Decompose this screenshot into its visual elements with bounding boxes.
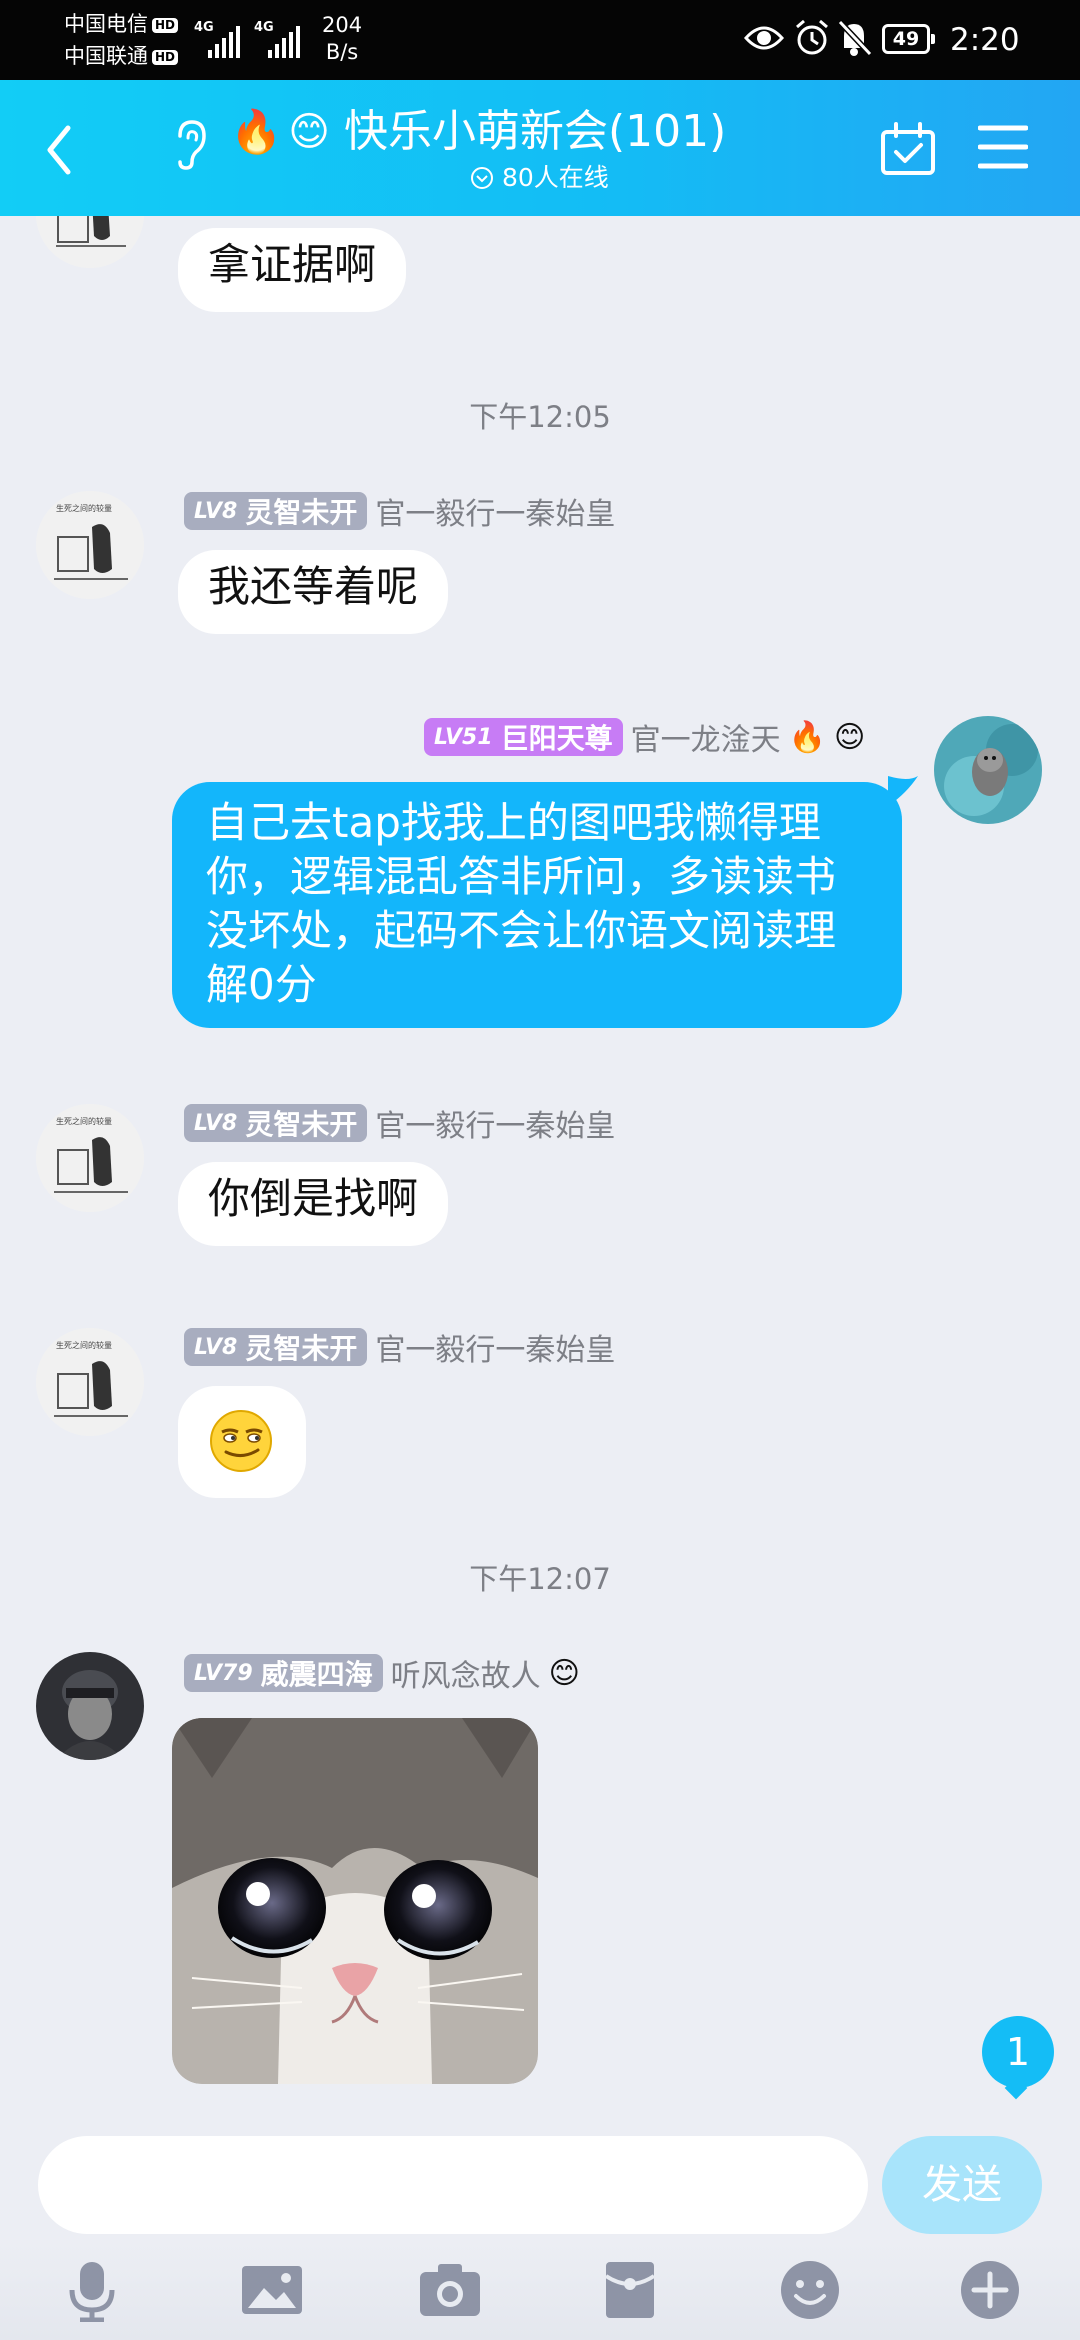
input-bar: 发送 <box>0 2120 1080 2240</box>
message-bubble[interactable]: 我还等着呢 <box>178 550 449 634</box>
alarm-icon <box>796 19 828 55</box>
sender-name[interactable]: 官一毅行一秦始皇 <box>375 1325 615 1369</box>
crying-cat-sticker[interactable] <box>172 1718 538 2084</box>
chat-area[interactable]: 拿证据啊 下午12:05 生死之间的较量 LV8 灵智未开 官一毅行一秦始皇 我… <box>0 216 1080 2134</box>
red-envelope-icon[interactable] <box>598 2258 662 2322</box>
online-status[interactable]: 80人在线 <box>470 162 609 194</box>
smile-icon: 😊 <box>834 719 866 755</box>
signal-icon-2: 4G <box>254 18 308 58</box>
back-icon[interactable] <box>40 120 80 180</box>
svg-text:生死之间的较量: 生死之间的较量 <box>56 1340 112 1350</box>
message-text: 我还等着呢 <box>208 562 419 611</box>
online-count: 80人在线 <box>502 163 609 192</box>
net-speed: 204 B/s <box>322 12 362 66</box>
time-divider: 下午12:05 <box>469 400 611 434</box>
title-row[interactable]: 🔥 😊 快乐小萌新会(101) <box>230 102 726 162</box>
signal-icon-1: 4G <box>194 18 248 58</box>
level-text: LV79 <box>194 1660 253 1686</box>
battery-indicator: 49 <box>882 24 935 54</box>
level-badge: LV8 灵智未开 <box>184 1104 368 1142</box>
fire-icon: 🔥 <box>788 719 827 755</box>
fire-icon: 🔥 <box>230 107 283 156</box>
avatar[interactable]: 生死之间的较量 <box>36 1104 144 1212</box>
bottom-toolbar <box>0 2240 1080 2340</box>
level-title: 威震四海 <box>260 1658 373 1691</box>
avatar[interactable] <box>934 716 1042 824</box>
net-speed-value: 204 <box>322 13 363 37</box>
level-text: LV8 <box>194 1334 238 1360</box>
avatar[interactable]: 生死之间的较量 <box>36 491 144 599</box>
hd-badge: HD <box>152 17 179 33</box>
eye-icon <box>744 26 784 50</box>
level-title: 灵智未开 <box>245 1108 358 1141</box>
smirk-face-icon <box>210 1410 272 1472</box>
send-button[interactable]: 发送 <box>882 2136 1042 2234</box>
time-divider: 下午12:07 <box>469 1562 611 1596</box>
avatar[interactable] <box>36 1652 144 1760</box>
level-badge: LV8 灵智未开 <box>184 1328 368 1366</box>
level-badge: LV8 灵智未开 <box>184 492 368 530</box>
plus-icon[interactable] <box>958 2258 1022 2322</box>
level-title: 灵智未开 <box>245 1332 358 1365</box>
sender-info: LV51 巨阳天尊 官一龙淦天 🔥 😊 <box>424 716 865 758</box>
sender-info: LV8 灵智未开 官一毅行一秦始皇 <box>184 490 615 532</box>
sender-info: LV8 灵智未开 官一毅行一秦始皇 <box>184 1102 615 1144</box>
hd-badge: HD <box>152 49 179 65</box>
message-text: 你倒是找啊 <box>208 1174 419 1223</box>
group-title: 快乐小萌新会(101) <box>344 106 727 157</box>
status-clock: 2:20 <box>950 22 1020 58</box>
carrier-1-label: 中国电信 <box>64 12 148 36</box>
level-text: LV51 <box>434 724 493 750</box>
sender-name[interactable]: 官一毅行一秦始皇 <box>375 1101 615 1145</box>
unread-count: 1 <box>1005 2030 1031 2074</box>
chat-header: 🔥 😊 快乐小萌新会(101) 80人在线 <box>0 80 1080 216</box>
level-title: 巨阳天尊 <box>500 722 613 755</box>
level-badge: LV79 威震四海 <box>184 1654 383 1692</box>
message-bubble[interactable]: 你倒是找啊 <box>178 1162 449 1246</box>
calendar-check-icon[interactable] <box>880 122 936 176</box>
avatar[interactable]: 生死之间的较量 <box>36 1328 144 1436</box>
sender-name[interactable]: 官一毅行一秦始皇 <box>375 489 615 533</box>
image-icon[interactable] <box>240 2258 304 2322</box>
avatar[interactable] <box>36 216 144 268</box>
status-bar: 中国电信 HD 中国联通 HD 4G 4G 204 B/s 49 2:20 <box>0 0 1080 80</box>
smile-icon: 😊 <box>288 109 330 155</box>
mic-icon[interactable] <box>60 2258 124 2322</box>
level-badge: LV51 巨阳天尊 <box>424 718 623 756</box>
emoji-icon[interactable] <box>778 2258 842 2322</box>
svg-text:生死之间的较量: 生死之间的较量 <box>56 503 112 513</box>
message-bubble[interactable]: 自己去tap找我上的图吧我懒得理你，逻辑混乱答非所问，多读读书没坏处，起码不会让… <box>172 782 902 1028</box>
sender-info: LV79 威震四海 听风念故人 😊 <box>184 1652 580 1694</box>
chevron-down-icon <box>471 167 493 189</box>
level-title: 灵智未开 <box>245 496 358 529</box>
unread-badge[interactable]: 1 <box>982 2016 1054 2088</box>
sender-name[interactable]: 听风念故人 <box>391 1651 541 1695</box>
level-text: LV8 <box>194 1110 238 1136</box>
level-text: LV8 <box>194 498 238 524</box>
smile-icon: 😊 <box>548 1655 580 1691</box>
svg-text:生死之间的较量: 生死之间的较量 <box>56 1116 112 1126</box>
camera-icon[interactable] <box>418 2258 482 2322</box>
send-label: 发送 <box>922 2162 1002 2208</box>
message-input[interactable] <box>38 2136 868 2234</box>
message-bubble[interactable]: 拿证据啊 <box>178 228 407 312</box>
message-bubble[interactable] <box>178 1386 306 1498</box>
message-text: 自己去tap找我上的图吧我懒得理你，逻辑混乱答非所问，多读读书没坏处，起码不会让… <box>206 798 837 1009</box>
sender-name[interactable]: 官一龙淦天 <box>631 715 781 759</box>
net-speed-unit: B/s <box>325 40 359 64</box>
carrier-1: 中国电信 HD <box>64 12 179 36</box>
message-text: 拿证据啊 <box>208 240 377 289</box>
mute-bell-icon <box>837 19 872 57</box>
menu-icon[interactable] <box>978 124 1028 170</box>
battery-level: 49 <box>892 28 920 50</box>
carrier-2-label: 中国联通 <box>64 44 148 68</box>
sender-info: LV8 灵智未开 官一毅行一秦始皇 <box>184 1326 615 1368</box>
ear-icon[interactable] <box>170 116 210 172</box>
carrier-2: 中国联通 HD <box>64 44 179 68</box>
